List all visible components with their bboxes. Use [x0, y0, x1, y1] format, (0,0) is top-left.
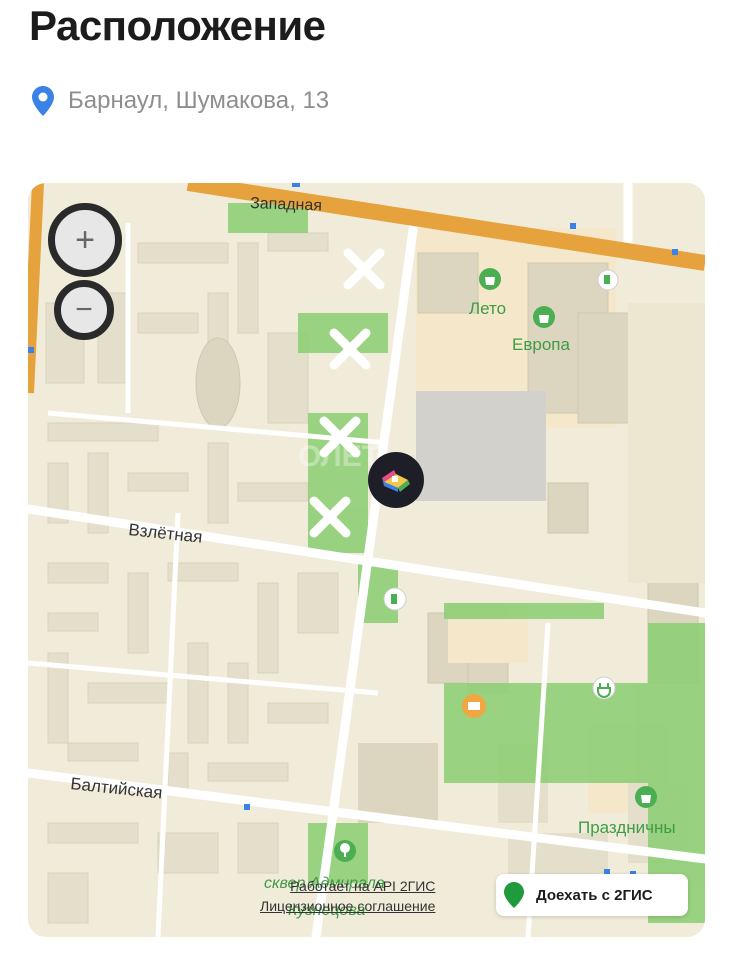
- poi-label-evropa: Европа: [512, 335, 570, 354]
- address-text: Барнаул, Шумакова, 13: [68, 87, 330, 114]
- poi-label-leto: Лето: [469, 299, 506, 318]
- page-title: Расположение: [29, 2, 326, 49]
- place-logo-icon: [382, 470, 410, 492]
- fuel-station-icon[interactable]: [597, 269, 619, 291]
- route-2gis-button[interactable]: Доехать с 2ГИС: [496, 874, 688, 916]
- charging-station-icon[interactable]: [592, 676, 616, 700]
- poi-label-prazdnichny: Праздничны: [578, 818, 676, 837]
- street-label-zapadnaya: Западная: [250, 195, 322, 214]
- route-pin-icon: [504, 882, 524, 908]
- address-row: Барнаул, Шумакова, 13: [32, 86, 329, 116]
- route-button-label: Доехать с 2ГИС: [536, 886, 653, 904]
- map-attribution: Работает на API 2ГИС Лицензионное соглаш…: [260, 876, 435, 916]
- map-canvas[interactable]: Западная Взлётная Балтийская Лето Европа: [28, 183, 705, 937]
- location-pin-icon: [32, 86, 54, 116]
- api-attribution-link[interactable]: Работает на API 2ГИС: [260, 876, 435, 896]
- fuel-station-icon[interactable]: [383, 587, 407, 611]
- place-marker[interactable]: [368, 452, 424, 508]
- zoom-out-button[interactable]: −: [54, 280, 114, 340]
- zoom-in-button[interactable]: +: [48, 203, 122, 277]
- license-agreement-link[interactable]: Лицензионное соглашение: [260, 896, 435, 916]
- museum-icon[interactable]: [462, 694, 486, 718]
- map-widget[interactable]: Западная Взлётная Балтийская Лето Европа: [28, 183, 705, 937]
